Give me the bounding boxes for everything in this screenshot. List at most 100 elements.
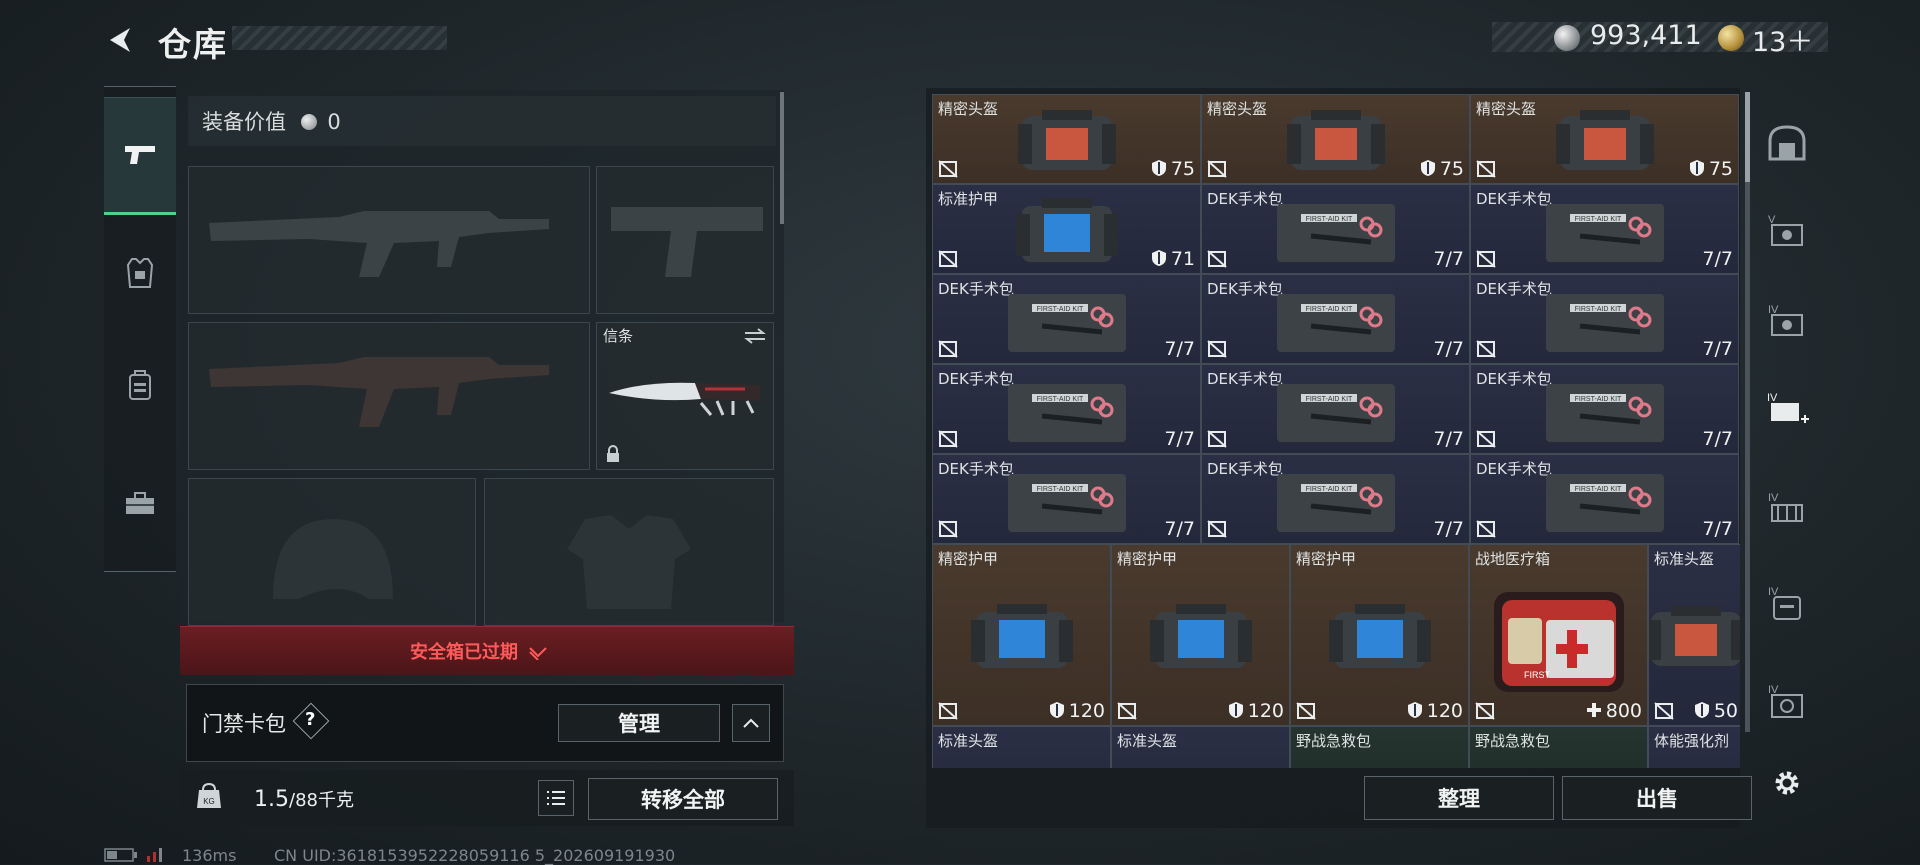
item-image xyxy=(967,602,1077,678)
gold-amount[interactable]: 13＋ xyxy=(1752,20,1813,59)
side-case-button[interactable]: IV xyxy=(1762,676,1812,726)
item-image: FIRST-AID KIT xyxy=(1002,286,1132,360)
no-insurance-icon xyxy=(1476,250,1496,268)
item-value: 75 xyxy=(1420,158,1464,180)
storage-item[interactable]: 精密头盔 75 xyxy=(1201,94,1470,184)
svg-text:FIRST-AID KIT: FIRST-AID KIT xyxy=(1305,306,1352,313)
sidearm-slot[interactable] xyxy=(596,166,774,314)
storage-item[interactable]: DEK手术包 FIRST-AID KIT 7/7 xyxy=(932,454,1201,544)
collapse-button[interactable] xyxy=(732,704,770,742)
storage-item[interactable]: DEK手术包 FIRST-AID KIT 7/7 xyxy=(1201,274,1470,364)
tab-weapons[interactable] xyxy=(104,97,176,215)
manage-button[interactable]: 管理 xyxy=(558,704,720,742)
item-name: 战地医疗箱 xyxy=(1475,550,1551,568)
storage-item-partial[interactable]: 野战急救包 xyxy=(1469,726,1648,768)
item-name: 标准头盔 xyxy=(1117,732,1178,750)
secondary-weapon-slot[interactable] xyxy=(188,322,590,470)
tab-backpack[interactable] xyxy=(104,349,176,421)
item-value: 75 xyxy=(1151,158,1195,180)
lock-icon xyxy=(607,445,619,462)
armor-lvl4-icon: IV xyxy=(1768,304,1803,336)
storage-item[interactable]: DEK手术包 FIRST-AID KIT 7/7 xyxy=(1470,364,1739,454)
armor-item-icon xyxy=(1015,198,1118,262)
backpack-icon xyxy=(129,370,151,400)
side-helmet-button[interactable] xyxy=(1762,118,1812,168)
no-insurance-icon xyxy=(1654,702,1674,720)
item-name: 标准头盔 xyxy=(1654,550,1715,568)
storage-item[interactable]: DEK手术包 FIRST-AID KIT 7/7 xyxy=(1201,184,1470,274)
item-image: FIRST-AID KIT xyxy=(1002,466,1132,540)
item-value: 120 xyxy=(1228,700,1284,722)
storage-item[interactable]: DEK手术包 FIRST-AID KIT 7/7 xyxy=(1470,454,1739,544)
storage-item[interactable]: DEK手术包 FIRST-AID KIT 7/7 xyxy=(1470,184,1739,274)
item-image: FIRST-AID KIT xyxy=(1540,286,1670,360)
surgery-kit-icon: FIRST-AID KIT xyxy=(1007,474,1126,532)
no-insurance-icon xyxy=(1207,520,1227,538)
case-lvl4-icon: IV xyxy=(1768,684,1803,718)
chevron-down-icon xyxy=(529,647,547,661)
silver-coin-icon xyxy=(300,114,317,130)
svg-text:IV: IV xyxy=(1767,392,1778,404)
safe-box-expired-label[interactable]: 安全箱已过期 xyxy=(410,638,548,664)
item-value: 7/7 xyxy=(1702,338,1733,360)
storage-item-partial[interactable]: 野战急救包 xyxy=(1290,726,1469,768)
svg-text:FIRST-AID KIT: FIRST-AID KIT xyxy=(1036,396,1083,403)
storage-item[interactable]: DEK手术包 FIRST-AID KIT 7/7 xyxy=(1201,364,1470,454)
side-armor-iv-add-button[interactable]: IV xyxy=(1762,384,1812,434)
side-armor-iv-button[interactable]: IV xyxy=(1762,296,1812,346)
helmet-slot-icon xyxy=(1768,125,1806,161)
tab-toolbox[interactable] xyxy=(104,467,176,539)
storage-item-partial[interactable]: 标准头盔 xyxy=(1111,726,1290,768)
melee-label: 信条 xyxy=(603,327,634,345)
sort-button[interactable]: 整理 xyxy=(1364,776,1554,820)
item-name: 体能强化剂 xyxy=(1654,732,1730,750)
storage-item[interactable]: 战地医疗箱 FIRST 800 xyxy=(1469,544,1648,726)
no-insurance-icon xyxy=(1207,340,1227,358)
settings-button[interactable] xyxy=(1762,758,1812,808)
storage-item[interactable]: DEK手术包 FIRST-AID KIT 7/7 xyxy=(932,274,1201,364)
storage-item[interactable]: 精密护甲 120 xyxy=(932,544,1111,726)
storage-item[interactable]: 精密头盔 75 xyxy=(1470,94,1739,184)
melee-slot[interactable]: 信条 xyxy=(596,322,774,470)
storage-item[interactable]: 标准护甲 71 xyxy=(932,184,1201,274)
no-insurance-icon xyxy=(938,250,958,268)
item-value: 7/7 xyxy=(1702,248,1733,270)
storage-item[interactable]: 精密护甲 120 xyxy=(1290,544,1469,726)
no-insurance-icon xyxy=(938,340,958,358)
svg-text:FIRST-AID KIT: FIRST-AID KIT xyxy=(1305,396,1352,403)
pistol-icon xyxy=(125,146,155,164)
storage-item[interactable]: 精密头盔 75 xyxy=(932,94,1201,184)
armor-lvl4-add-icon: IV xyxy=(1767,392,1809,423)
list-view-button[interactable] xyxy=(538,780,574,816)
side-armor-v-button[interactable]: V xyxy=(1762,206,1812,256)
helmet-slot[interactable] xyxy=(188,478,476,626)
tab-armor[interactable] xyxy=(104,237,176,309)
helmet-silhouette-icon xyxy=(273,519,393,599)
primary-weapon-slot[interactable] xyxy=(188,166,590,314)
storage-item[interactable]: DEK手术包 FIRST-AID KIT 7/7 xyxy=(932,364,1201,454)
storage-item[interactable]: 精密护甲 120 xyxy=(1111,544,1290,726)
rifle-silhouette-icon xyxy=(209,357,549,427)
item-name: 野战急救包 xyxy=(1475,732,1551,750)
side-rig-button[interactable]: IV xyxy=(1762,484,1812,534)
back-arrow-icon[interactable] xyxy=(104,24,136,56)
storage-item[interactable]: DEK手术包 FIRST-AID KIT 7/7 xyxy=(1201,454,1470,544)
svg-text:FIRST-AID KIT: FIRST-AID KIT xyxy=(1036,306,1083,313)
title-stripe xyxy=(232,26,447,50)
sell-button[interactable]: 出售 xyxy=(1562,776,1752,820)
body-armor-slot[interactable] xyxy=(484,478,774,626)
item-image xyxy=(1325,602,1435,678)
storage-item[interactable]: DEK手术包 FIRST-AID KIT 7/7 xyxy=(1470,274,1739,364)
item-name: 精密护甲 xyxy=(1117,550,1178,568)
swap-icon[interactable] xyxy=(743,327,767,345)
storage-item-partial[interactable]: 标准头盔 xyxy=(932,726,1111,768)
storage-scrollbar-thumb[interactable] xyxy=(1745,92,1750,182)
storage-item[interactable]: 标准头盔 50 xyxy=(1648,544,1740,726)
loadout-scrollbar[interactable] xyxy=(780,92,784,224)
storage-scrollbar[interactable] xyxy=(1745,92,1750,732)
surgery-kit-icon: FIRST-AID KIT xyxy=(1545,384,1664,442)
side-backpack-button[interactable]: IV xyxy=(1762,578,1812,628)
transfer-all-button[interactable]: 转移全部 xyxy=(588,778,778,820)
surgery-kit-icon: FIRST-AID KIT xyxy=(1007,294,1126,352)
storage-item-partial[interactable]: 体能强化剂 xyxy=(1648,726,1740,768)
